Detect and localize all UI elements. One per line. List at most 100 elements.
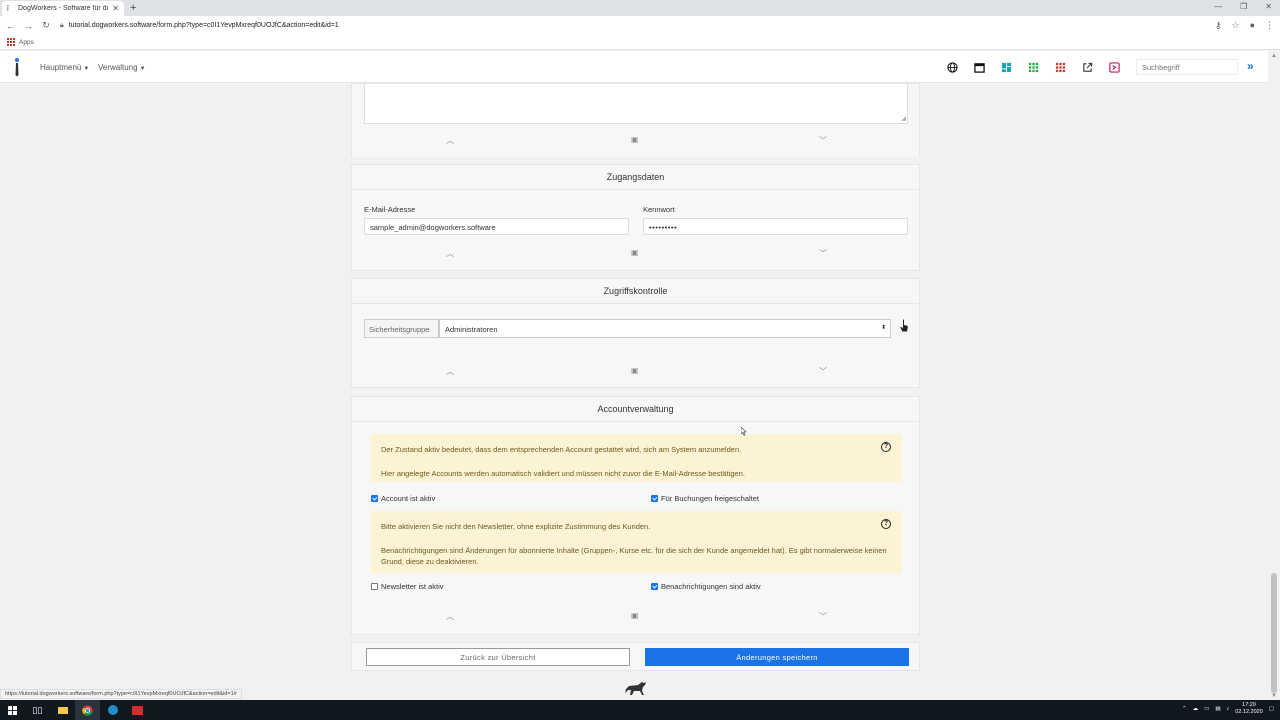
chevron-up-icon[interactable]: ︿ <box>446 366 454 377</box>
calendar-icon[interactable] <box>973 61 986 74</box>
grid-red-icon[interactable] <box>1054 61 1067 74</box>
chevron-up-icon[interactable]: ︿ <box>446 248 454 259</box>
password-label: Kennwort <box>643 205 675 214</box>
chevron-down-icon[interactable]: ﹀ <box>819 248 827 259</box>
security-group-select[interactable]: Administratoren ⬍ <box>439 319 891 338</box>
app-logo[interactable] <box>12 57 22 77</box>
notifications-icon[interactable]: ▢ <box>1269 706 1274 712</box>
scrollbar-thumb[interactable] <box>1271 573 1277 693</box>
favicon-icon: ǐ <box>7 4 9 13</box>
apps-icon[interactable] <box>7 38 15 46</box>
save-icon[interactable]: ▣ <box>631 135 639 144</box>
minimize-icon[interactable]: — <box>1214 2 1222 11</box>
app-red-icon[interactable] <box>125 700 150 720</box>
checkbox-checked-icon[interactable] <box>651 583 658 590</box>
chevron-up-icon[interactable]: ︿ <box>446 135 454 146</box>
tray-chevron-icon[interactable]: ⌃ <box>1182 706 1187 712</box>
windows-start-icon[interactable] <box>0 700 25 720</box>
form-actions: Zurück zur Übersicht Änderungen speicher… <box>351 642 920 671</box>
tray-network-icon[interactable]: ▤ <box>1215 706 1220 712</box>
chrome-icon[interactable] <box>75 700 100 720</box>
chevron-down-icon[interactable]: ﹀ <box>819 611 827 622</box>
resize-handle-icon[interactable]: ◢ <box>901 115 906 122</box>
task-view-icon[interactable]: ▯▯ <box>25 700 50 720</box>
edge-icon[interactable] <box>100 700 125 720</box>
profile-icon[interactable]: ● <box>1250 20 1255 31</box>
select-arrows-icon: ⬍ <box>880 325 886 331</box>
save-icon[interactable]: ▣ <box>631 611 639 620</box>
star-icon[interactable]: ☆ <box>1231 20 1239 31</box>
email-field[interactable]: sample_admin@dogworkers.software <box>364 218 629 235</box>
caret-down-icon: ▼ <box>139 66 146 72</box>
scroll-down-icon[interactable]: ▼ <box>1271 693 1277 699</box>
reload-icon[interactable]: ↻ <box>42 20 50 31</box>
back-to-overview-button[interactable]: Zurück zur Übersicht <box>366 648 630 666</box>
info-alert-newsletter: Bitte aktivieren Sie nicht den Newslette… <box>371 511 902 573</box>
browser-tab-title: DogWorkers - Software für die H <box>18 5 108 12</box>
access-data-card: Zugangsdaten E-Mail-Adresse sample_admin… <box>351 164 920 271</box>
search-input[interactable] <box>1136 59 1238 75</box>
logout-icon[interactable] <box>1108 61 1121 74</box>
chevron-up-icon[interactable]: ︿ <box>446 611 454 622</box>
card-title: Zugriffskontrolle <box>352 279 919 304</box>
checkbox-bookings-enabled[interactable]: Für Buchungen freigeschaltet <box>651 494 759 503</box>
url-field[interactable]: 🔒︎ tutorial.dogworkers.software/form.php… <box>60 18 1205 33</box>
window-close-icon[interactable]: ✕ <box>1265 2 1272 11</box>
lock-icon: 🔒︎ <box>60 21 64 29</box>
password-field[interactable]: ••••••••• <box>643 218 908 235</box>
restore-icon[interactable]: ❐ <box>1240 2 1247 11</box>
checkbox-newsletter-active[interactable]: Newsletter ist aktiv <box>371 582 444 591</box>
hand-pointer-icon[interactable] <box>899 319 909 333</box>
url-text: tutorial.dogworkers.software/form.php?ty… <box>68 22 339 29</box>
dog-logo <box>625 682 646 695</box>
checkbox-unchecked-icon[interactable] <box>371 583 378 590</box>
chevron-down-icon[interactable]: ﹀ <box>819 135 827 146</box>
save-icon[interactable]: ▣ <box>631 248 639 257</box>
info-text: Der Zustand aktiv bedeutet, dass dem ent… <box>381 445 742 454</box>
close-tab-icon[interactable]: ✕ <box>112 4 119 13</box>
expand-icon[interactable]: » <box>1247 59 1254 73</box>
card-title: Zugangsdaten <box>352 165 919 190</box>
save-changes-button[interactable]: Änderungen speichern <box>645 648 909 666</box>
save-icon[interactable]: ▣ <box>631 366 639 375</box>
apps-label[interactable]: Apps <box>19 39 34 46</box>
file-explorer-icon[interactable] <box>50 700 75 720</box>
back-icon[interactable]: ← <box>6 21 15 31</box>
email-label: E-Mail-Adresse <box>364 205 416 214</box>
checkbox-checked-icon[interactable] <box>371 495 378 502</box>
mouse-cursor-icon <box>741 427 747 436</box>
checkbox-notifications-active[interactable]: Benachrichtigungen sind aktiv <box>651 582 761 591</box>
tray-battery-icon[interactable]: ▭ <box>1204 706 1209 712</box>
external-link-icon[interactable] <box>1081 61 1094 74</box>
account-management-card: Accountverwaltung Der Zustand aktiv bede… <box>351 396 920 635</box>
browser-status-bar: https://tutorial.dogworkers.software/for… <box>0 689 242 699</box>
globe-icon[interactable] <box>946 61 959 74</box>
menu-main[interactable]: Hauptmenü ▼ <box>40 63 89 72</box>
dashboard-icon[interactable] <box>1000 61 1013 74</box>
chevron-down-icon[interactable]: ﹀ <box>819 366 827 377</box>
page-scrollbar[interactable]: ▲ ▼ <box>1268 51 1280 701</box>
clock[interactable]: 17:20 02.12.2020 <box>1235 702 1263 716</box>
caret-down-icon: ▼ <box>83 66 90 72</box>
address-bar: ← → ↻ 🔒︎ tutorial.dogworkers.software/fo… <box>0 16 1280 35</box>
tray-volume-icon[interactable]: ♪ <box>1227 706 1230 712</box>
checkbox-checked-icon[interactable] <box>651 495 658 502</box>
grid-green-icon[interactable] <box>1027 61 1040 74</box>
scroll-up-icon[interactable]: ▲ <box>1271 53 1277 59</box>
menu-admin[interactable]: Verwaltung ▼ <box>98 63 146 72</box>
checkbox-account-active[interactable]: Account ist aktiv <box>371 494 435 503</box>
forward-icon[interactable]: → <box>24 21 33 31</box>
more-icon[interactable]: ⋮ <box>1265 20 1274 31</box>
help-icon[interactable]: ? <box>881 519 891 529</box>
new-tab-icon[interactable]: + <box>130 2 136 14</box>
windows-taskbar: ▯▯ ⌃ ☁ ▭ ▤ ♪ 17:20 02.12.2020 ▢ <box>0 700 1280 720</box>
notes-textarea[interactable]: ◢ <box>364 84 908 124</box>
tray-cloud-icon[interactable]: ☁ <box>1193 706 1199 712</box>
info-text: Benachrichtigungen sind Änderungen für a… <box>381 546 887 566</box>
help-icon[interactable]: ? <box>881 442 891 452</box>
browser-tab[interactable]: ǐ DogWorkers - Software für die H ✕ <box>2 1 124 16</box>
notes-card: ◢ ︿ ▣ ﹀ <box>351 83 920 157</box>
key-icon[interactable]: ⚷ <box>1215 20 1222 31</box>
system-tray: ⌃ ☁ ▭ ▤ ♪ 17:20 02.12.2020 ▢ <box>1182 702 1274 716</box>
bookmarks-bar: Apps <box>0 35 1280 50</box>
